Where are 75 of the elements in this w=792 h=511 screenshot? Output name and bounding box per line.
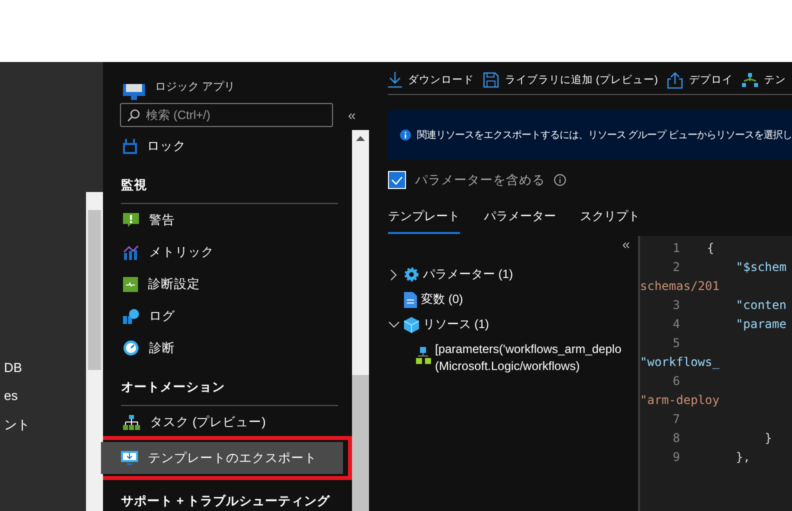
tree-item[interactable]: [parameters('workflows_arm_deplo (Microsoft.Logic/workflows) <box>435 341 631 375</box>
list-item[interactable]: DB <box>4 360 22 375</box>
upload-icon <box>666 72 683 88</box>
tab[interactable]: パラメーター <box>484 208 556 234</box>
line-number: 9 <box>672 450 680 464</box>
section-heading: サポート + トラブルシューティング <box>121 493 330 510</box>
resource-type-label: ロジック アプリ <box>155 80 236 95</box>
tree-item[interactable]: 変数 (0) <box>421 291 463 308</box>
list-item[interactable]: ント <box>4 416 30 434</box>
toolbar-button[interactable]: ライブラリに追加 (プレビュー) <box>483 72 658 88</box>
toolbar-button[interactable]: テン <box>742 72 786 88</box>
section-heading: 監視 <box>121 177 147 194</box>
menu-item[interactable]: 警告 <box>107 204 352 236</box>
code-text: "parame <box>734 316 786 330</box>
save-icon <box>483 72 499 88</box>
info-icon <box>400 127 411 143</box>
menu-item[interactable]: タスク (プレビュー) <box>107 406 352 438</box>
code-text: }, <box>734 450 750 464</box>
banner-text: 関連リソースをエクスポートするには、リソース グループ ビューからリソースを選択し <box>416 128 792 142</box>
scroll-up-icon[interactable] <box>356 136 365 141</box>
info-icon <box>554 174 566 186</box>
hierarchy-icon <box>123 414 140 430</box>
line-number: 6 <box>672 374 680 388</box>
code-text: } <box>764 430 772 444</box>
menu-item[interactable]: ロック <box>107 130 352 162</box>
document-icon <box>404 292 417 308</box>
section-heading: オートメーション <box>121 379 225 396</box>
hierarchy-icon <box>742 72 758 88</box>
diagnostic-settings-icon <box>123 276 138 292</box>
download-icon <box>388 72 402 88</box>
tab[interactable]: スクリプト <box>580 208 640 234</box>
search-icon <box>127 108 140 122</box>
line-number: 8 <box>672 430 680 444</box>
code-text: "arm-deploy <box>640 392 720 406</box>
code-text: "conten <box>734 298 786 312</box>
bar-chart-icon <box>123 244 139 260</box>
menu-item[interactable]: メトリック <box>107 236 352 268</box>
toolbar-button[interactable]: ダウンロード <box>388 72 474 88</box>
code-text: schemas/201 <box>640 278 720 292</box>
cube-icon <box>404 316 419 332</box>
line-number: 3 <box>672 298 680 312</box>
menu-item[interactable]: 診断 <box>107 332 352 364</box>
checkbox-label: パラメーターを含める <box>415 172 545 188</box>
toolbar-button[interactable]: デプロイ <box>666 72 733 88</box>
line-number: 4 <box>672 316 680 330</box>
chevron-down-icon[interactable] <box>388 320 400 328</box>
tree-item[interactable]: リソース (1) <box>423 316 489 333</box>
alert-icon <box>123 212 139 228</box>
workflow-icon <box>416 347 431 365</box>
collapse-button[interactable]: « <box>622 236 630 252</box>
lock-icon <box>123 138 137 154</box>
line-number: 5 <box>672 336 680 350</box>
list-item[interactable]: es <box>4 388 18 403</box>
code-text: "$schem <box>734 260 786 274</box>
line-number: 2 <box>672 260 680 274</box>
log-icon <box>123 308 139 324</box>
scrollbar[interactable] <box>352 130 369 511</box>
line-number: 7 <box>672 412 680 426</box>
code-text: "workflows_ <box>640 354 720 368</box>
gauge-icon <box>123 340 139 356</box>
menu-item[interactable]: ログ <box>107 300 352 332</box>
scrollbar-thumb[interactable] <box>88 210 101 370</box>
line-number: 1 <box>672 240 680 254</box>
menu-item[interactable]: 診断設定 <box>107 268 352 300</box>
checkmark-icon <box>391 176 403 184</box>
menu-item[interactable]: テンプレートのエクスポート <box>101 442 343 474</box>
gear-icon <box>404 267 419 282</box>
monitor-icon <box>123 84 145 100</box>
export-monitor-icon <box>121 450 138 466</box>
tree-item[interactable]: パラメーター (1) <box>423 266 513 283</box>
checkbox[interactable] <box>388 171 406 189</box>
search-field[interactable]: 検索 (Ctrl+/) <box>120 103 333 127</box>
tab[interactable]: テンプレート <box>388 208 460 234</box>
code-text: { <box>707 240 714 254</box>
collapse-button[interactable]: « <box>348 107 356 123</box>
